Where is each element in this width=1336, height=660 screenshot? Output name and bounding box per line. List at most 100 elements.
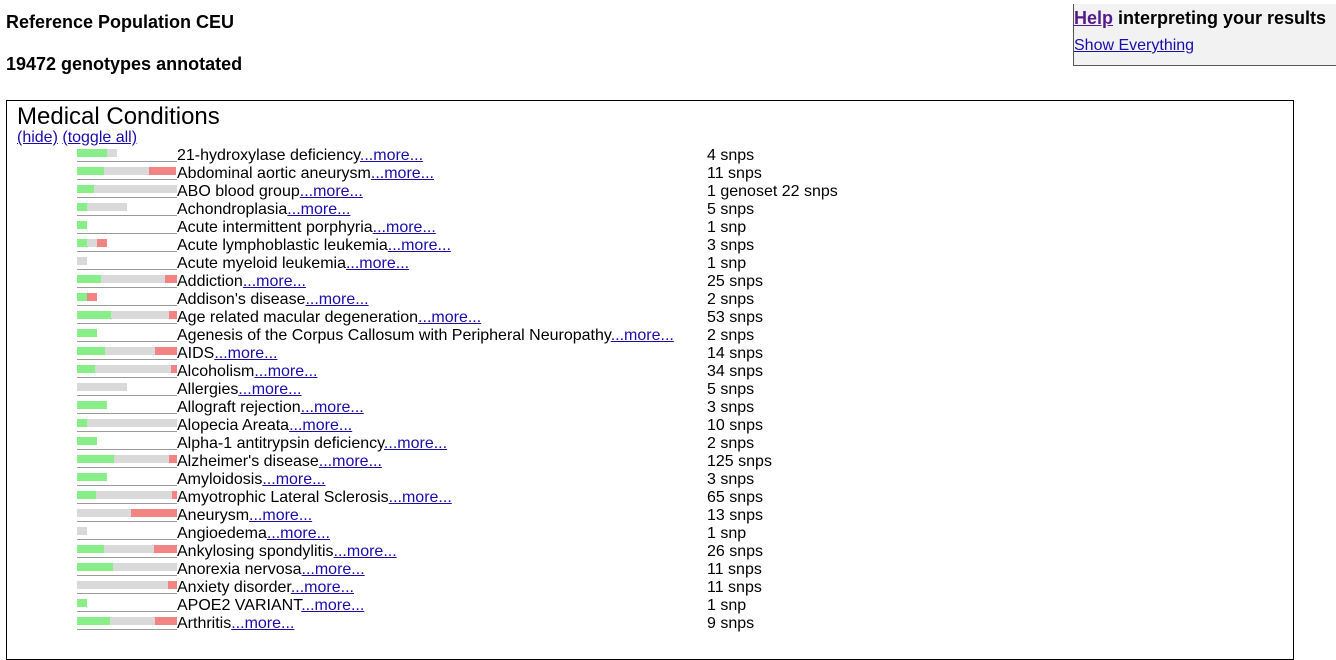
more-link[interactable]: ...more... [346, 255, 409, 272]
neutral-segment [77, 257, 87, 265]
good-segment [77, 311, 111, 319]
snp-count: 53 snps [707, 309, 764, 326]
condition-cell: Amyotrophic Lateral Sclerosis...more... [177, 489, 452, 507]
snp-count: 13 snps [707, 507, 764, 524]
good-segment [77, 617, 110, 625]
condition-row: Anxiety disorder...more... 11 snps [7, 579, 1207, 597]
more-link[interactable]: ...more... [291, 579, 354, 596]
condition-cell: Age related macular degeneration...more.… [177, 309, 481, 327]
neutral-segment [77, 581, 168, 589]
magnitude-bar [77, 347, 177, 360]
condition-cell: Ankylosing spondylitis...more... [177, 543, 397, 561]
bad-segment [169, 455, 177, 463]
good-segment [77, 491, 96, 499]
condition-cell: Arthritis...more... [177, 615, 294, 633]
snp-count: 2 snps [707, 291, 755, 308]
condition-name: Allograft rejection [177, 399, 301, 416]
more-link[interactable]: ...more... [300, 183, 363, 200]
neutral-segment [104, 545, 154, 553]
magnitude-bar [77, 383, 177, 396]
good-segment [77, 401, 107, 409]
magnitude-bar [77, 617, 177, 630]
condition-row: Achondroplasia...more... 5 snps [7, 201, 1207, 219]
good-segment [77, 563, 113, 571]
magnitude-bar [77, 239, 177, 252]
more-link[interactable]: ...more... [267, 525, 330, 542]
more-link[interactable]: ...more... [238, 381, 301, 398]
condition-row: Aneurysm...more... 13 snps [7, 507, 1207, 525]
good-segment [77, 437, 97, 445]
condition-row: Anorexia nervosa...more... 11 snps [7, 561, 1207, 579]
more-link[interactable]: ...more... [214, 345, 277, 362]
condition-cell: Alopecia Areata...more... [177, 417, 352, 435]
magnitude-bar [77, 437, 177, 450]
condition-name: Arthritis [177, 615, 232, 632]
more-link[interactable]: ...more... [360, 147, 423, 164]
more-link[interactable]: ...more... [262, 471, 325, 488]
magnitude-bar [77, 203, 177, 216]
toggle-all-link[interactable]: (toggle all) [62, 129, 137, 146]
condition-cell: AIDS...more... [177, 345, 277, 363]
more-link[interactable]: ...more... [301, 597, 364, 614]
condition-row: Ankylosing spondylitis...more... 26 snps [7, 543, 1207, 561]
more-link[interactable]: ...more... [287, 201, 350, 218]
more-link[interactable]: ...more... [249, 507, 312, 524]
more-link[interactable]: ...more... [231, 615, 294, 632]
bad-segment [154, 545, 177, 553]
more-link[interactable]: ...more... [319, 453, 382, 470]
more-link[interactable]: ...more... [371, 165, 434, 182]
bad-segment [149, 167, 176, 175]
snp-count: 34 snps [707, 363, 764, 380]
condition-row: Alpha-1 antitrypsin deficiency...more...… [7, 435, 1207, 453]
condition-cell: Allograft rejection...more... [177, 399, 364, 417]
more-link[interactable]: ...more... [389, 489, 452, 506]
magnitude-bar [77, 257, 177, 270]
condition-row: ABO blood group...more... 1 genoset 22 sn… [7, 183, 1207, 201]
magnitude-bar [77, 311, 177, 324]
more-link[interactable]: ...more... [388, 237, 451, 254]
good-segment [77, 599, 87, 607]
condition-name: ABO blood group [177, 183, 300, 200]
more-link[interactable]: ...more... [334, 543, 397, 560]
snp-count: 3 snps [707, 237, 755, 254]
condition-cell: Anxiety disorder...more... [177, 579, 354, 597]
more-link[interactable]: ...more... [301, 399, 364, 416]
neutral-segment [77, 509, 131, 517]
show-everything-link[interactable]: Show Everything [1074, 37, 1194, 54]
condition-name: Amyloidosis [177, 471, 263, 488]
hide-link[interactable]: (hide) [17, 129, 58, 146]
more-link[interactable]: ...more... [289, 417, 352, 434]
snp-count: 5 snps [707, 201, 755, 218]
snp-count: 2 snps [707, 327, 755, 344]
good-segment [77, 203, 87, 211]
neutral-segment [114, 455, 169, 463]
snp-count: 5 snps [707, 381, 755, 398]
magnitude-bar [77, 455, 177, 468]
condition-cell: Abdominal aortic aneurysm...more... [177, 165, 434, 183]
condition-name: Acute intermittent porphyria [177, 219, 373, 236]
magnitude-bar [77, 491, 177, 504]
more-link[interactable]: ...more... [611, 327, 674, 344]
snp-count: 25 snps [707, 273, 764, 290]
condition-cell: Alcoholism...more... [177, 363, 317, 381]
condition-row: APOE2 VARIANT...more... 1 snp [7, 597, 1207, 615]
more-link[interactable]: ...more... [384, 435, 447, 452]
bad-segment [165, 275, 177, 283]
good-segment [77, 167, 104, 175]
more-link[interactable]: ...more... [305, 291, 368, 308]
more-link[interactable]: ...more... [243, 273, 306, 290]
snp-count: 1 genoset 22 snps [707, 183, 838, 200]
snp-count: 11 snps [707, 579, 762, 596]
more-link[interactable]: ...more... [254, 363, 317, 380]
condition-row: Alzheimer's disease...more... 125 snps [7, 453, 1207, 471]
population-title: Reference Population CEU [6, 12, 235, 32]
snp-count: 2 snps [707, 435, 755, 452]
condition-name: Age related macular degeneration [177, 309, 419, 326]
condition-cell: Allergies...more... [177, 381, 301, 399]
more-link[interactable]: ...more... [302, 561, 365, 578]
good-segment [77, 221, 87, 229]
more-link[interactable]: ...more... [373, 219, 436, 236]
more-link[interactable]: ...more... [418, 309, 481, 326]
condition-cell: Acute intermittent porphyria...more... [177, 219, 436, 237]
help-link[interactable]: Help [1074, 8, 1113, 28]
